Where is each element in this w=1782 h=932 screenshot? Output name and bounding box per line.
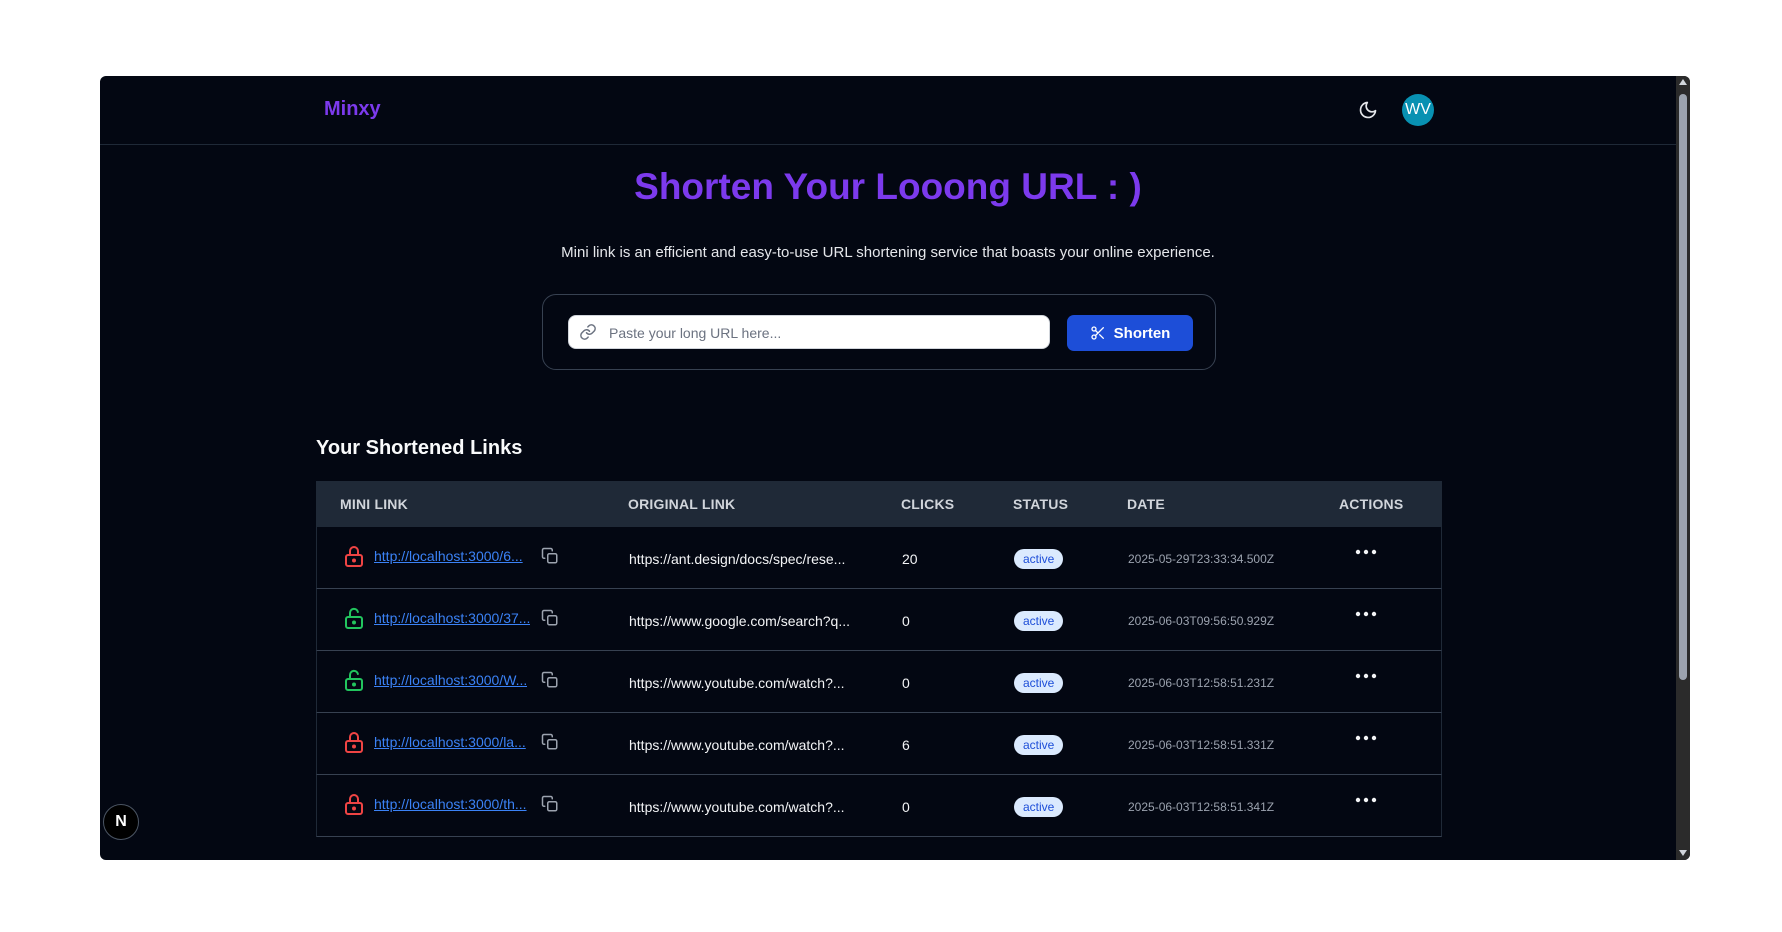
- original-link: https://www.youtube.com/watch?...: [629, 737, 845, 753]
- hero-title: Shorten Your Looong URL : ): [634, 166, 1142, 207]
- links-section-title: Your Shortened Links: [316, 437, 523, 459]
- lock-open-icon[interactable]: [342, 668, 366, 692]
- mini-link[interactable]: http://localhost:3000/la...: [374, 734, 526, 750]
- created-date: 2025-06-03T12:58:51.231Z: [1128, 676, 1275, 690]
- table-body: http://localhost:3000/6... https://ant.de…: [316, 527, 1442, 837]
- lock-closed-icon[interactable]: [342, 792, 366, 816]
- created-date: 2025-06-03T09:56:50.929Z: [1128, 614, 1275, 628]
- column-header-original-link: ORIGINAL LINK: [628, 496, 736, 512]
- table-row: http://localhost:3000/6... https://ant.de…: [316, 527, 1442, 589]
- ellipsis-icon[interactable]: [1353, 605, 1379, 623]
- app-logo[interactable]: Minxy: [324, 98, 381, 121]
- original-link: https://ant.design/docs/spec/rese...: [629, 551, 846, 567]
- ellipsis-icon[interactable]: [1353, 729, 1379, 747]
- browser-window: Minxy WV Shorten Your Looong URL : ) Min…: [100, 76, 1690, 860]
- table-row: http://localhost:3000/la... https://www.y…: [316, 713, 1442, 775]
- click-count: 0: [902, 613, 910, 629]
- copy-icon[interactable]: [541, 795, 559, 813]
- column-header-date: DATE: [1127, 496, 1165, 512]
- vertical-scrollbar[interactable]: [1676, 76, 1690, 860]
- click-count: 0: [902, 675, 910, 691]
- column-header-clicks: CLICKS: [901, 496, 955, 512]
- scrollbar-thumb[interactable]: [1679, 94, 1687, 680]
- link-icon: [580, 324, 596, 340]
- click-count: 20: [902, 551, 918, 567]
- page-viewport: Minxy WV Shorten Your Looong URL : ) Min…: [100, 76, 1676, 860]
- table-row: http://localhost:3000/th... https://www.y…: [316, 775, 1442, 837]
- copy-icon[interactable]: [541, 609, 559, 627]
- scroll-down-arrow[interactable]: [1679, 850, 1687, 856]
- mini-link[interactable]: http://localhost:3000/W...: [374, 672, 527, 688]
- lock-open-icon[interactable]: [342, 606, 366, 630]
- links-table: MINI LINK ORIGINAL LINK CLICKS STATUS DA…: [316, 481, 1442, 837]
- moon-icon[interactable]: [1358, 100, 1378, 120]
- top-navbar: Minxy WV: [100, 76, 1676, 145]
- scissors-icon: [1090, 326, 1104, 340]
- ellipsis-icon[interactable]: [1353, 667, 1379, 685]
- status-badge: active: [1014, 549, 1064, 569]
- scroll-up-arrow[interactable]: [1679, 79, 1687, 85]
- original-link: https://www.youtube.com/watch?...: [629, 675, 845, 691]
- lock-closed-icon[interactable]: [342, 544, 366, 568]
- copy-icon[interactable]: [541, 733, 559, 751]
- mini-link[interactable]: http://localhost:3000/6...: [374, 548, 523, 564]
- status-badge: active: [1014, 797, 1064, 817]
- user-avatar[interactable]: WV: [1402, 94, 1434, 126]
- shorten-button-label: Shorten: [1113, 324, 1171, 342]
- status-badge: active: [1014, 673, 1064, 693]
- copy-icon[interactable]: [541, 547, 559, 565]
- hero-subtitle: Mini link is an efficient and easy-to-us…: [561, 244, 1215, 261]
- ellipsis-icon[interactable]: [1353, 791, 1379, 809]
- original-link: https://www.youtube.com/watch?...: [629, 799, 845, 815]
- table-row: http://localhost:3000/W... https://www.yo…: [316, 651, 1442, 713]
- mini-link[interactable]: http://localhost:3000/37...: [374, 610, 530, 626]
- nextjs-icon[interactable]: N: [103, 804, 139, 840]
- column-header-status: STATUS: [1013, 496, 1069, 512]
- mini-link[interactable]: http://localhost:3000/th...: [374, 796, 527, 812]
- copy-icon[interactable]: [541, 671, 559, 689]
- click-count: 0: [902, 799, 910, 815]
- column-header-actions: ACTIONS: [1339, 496, 1404, 512]
- shorten-form: Shorten: [542, 294, 1216, 370]
- url-input-wrapper[interactable]: [568, 315, 1050, 350]
- click-count: 6: [902, 737, 910, 753]
- table-row: http://localhost:3000/37... https://www.g…: [316, 589, 1442, 651]
- ellipsis-icon[interactable]: [1353, 543, 1379, 561]
- lock-closed-icon[interactable]: [342, 730, 366, 754]
- status-badge: active: [1014, 611, 1064, 631]
- status-badge: active: [1014, 735, 1064, 755]
- created-date: 2025-06-03T12:58:51.341Z: [1128, 800, 1275, 814]
- created-date: 2025-06-03T12:58:51.331Z: [1128, 738, 1275, 752]
- original-link: https://www.google.com/search?q...: [629, 613, 850, 629]
- table-header: MINI LINK ORIGINAL LINK CLICKS STATUS DA…: [316, 481, 1442, 527]
- shorten-button[interactable]: Shorten: [1067, 315, 1193, 351]
- column-header-mini-link: MINI LINK: [340, 496, 408, 512]
- created-date: 2025-05-29T23:33:34.500Z: [1128, 552, 1275, 566]
- url-input[interactable]: [607, 316, 1041, 350]
